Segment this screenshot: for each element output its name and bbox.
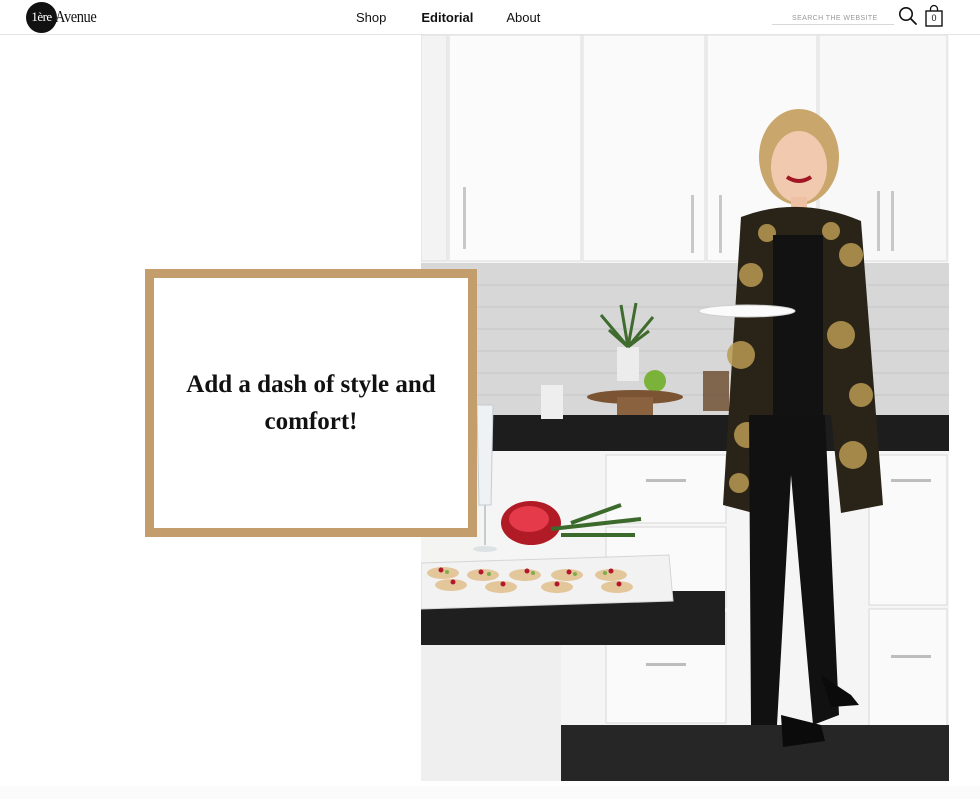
cart-button[interactable]: 0 (924, 4, 944, 28)
search-button[interactable] (897, 5, 919, 27)
promo-headline: Add a dash of style and comfort! (186, 371, 436, 435)
search-input[interactable] (772, 10, 894, 27)
nav-item-editorial[interactable]: Editorial (421, 10, 473, 25)
search-field (772, 7, 894, 27)
page-bottom-divider (0, 786, 980, 799)
main-nav: Shop Editorial About (356, 0, 540, 34)
hero-image (421, 35, 949, 781)
nav-item-about[interactable]: About (506, 10, 540, 25)
kitchen-scene-illustration (421, 35, 949, 781)
site-header: 1ère Avenue Shop Editorial About 0 (0, 0, 980, 35)
promo-callout-box: Add a dash of style and comfort! (145, 269, 477, 537)
search-icon (899, 7, 917, 25)
cart-count: 0 (931, 13, 937, 23)
logo-wordmark: Avenue (55, 7, 97, 26)
logo-mark: 1ère (26, 1, 57, 33)
nav-item-shop[interactable]: Shop (356, 10, 386, 25)
site-logo[interactable]: 1ère Avenue (26, 1, 104, 33)
